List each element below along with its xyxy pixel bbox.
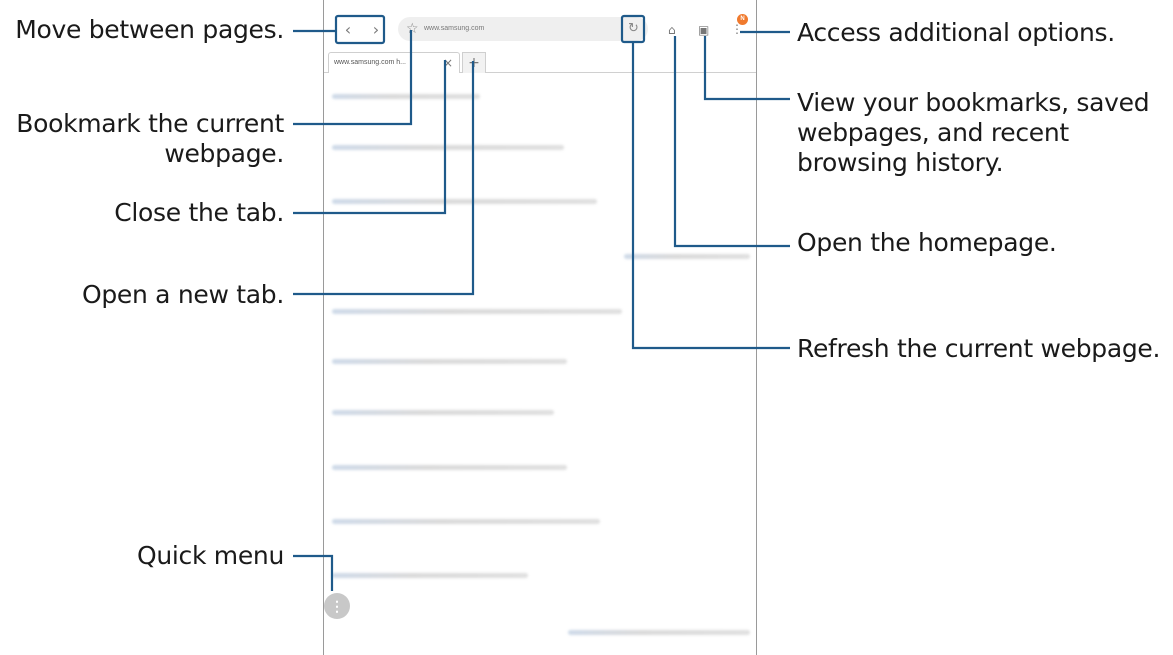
content-line	[332, 145, 564, 150]
notification-badge: N	[737, 14, 748, 25]
callout-close-tab: Close the tab.	[114, 198, 284, 227]
browser-toolbar: ‹ › ☆ www.samsung.com ↻ ⌂ ▣ ⋮ N	[324, 10, 756, 46]
tab-bar: www.samsung.com h... × +	[324, 50, 756, 73]
refresh-icon[interactable]: ↻	[628, 21, 639, 37]
callout-quick-menu: Quick menu	[136, 541, 284, 570]
callout-additional-options: Access additional options.	[797, 18, 1115, 47]
browser-screen: ‹ › ☆ www.samsung.com ↻ ⌂ ▣ ⋮ N www.sams…	[323, 0, 757, 655]
callout-refresh: Refresh the current webpage.	[797, 334, 1161, 363]
callout-open-new-tab: Open a new tab.	[81, 280, 284, 309]
content-line	[332, 359, 567, 364]
home-icon[interactable]: ⌂	[668, 22, 676, 38]
content-line	[332, 573, 528, 578]
callout-bookmarks-line3: browsing history.	[797, 148, 1004, 177]
callout-bookmark-page: Bookmark the current webpage.	[16, 109, 284, 169]
more-options-icon[interactable]: ⋮	[731, 21, 743, 37]
callout-move-between-pages: Move between pages.	[15, 15, 284, 44]
browser-tab[interactable]: www.samsung.com h... ×	[328, 52, 460, 73]
content-line	[568, 630, 750, 635]
callout-bookmarks-line1: View your bookmarks, saved	[797, 88, 1150, 117]
callout-bookmark-line1: Bookmark the current	[16, 109, 284, 138]
bookmark-star-icon[interactable]: ☆	[406, 19, 419, 39]
content-line	[332, 465, 567, 470]
callout-bookmarks-line2: webpages, and recent	[797, 118, 1069, 147]
callout-view-bookmarks: View your bookmarks, saved webpages, and…	[797, 88, 1150, 178]
quick-menu-icon[interactable]: ⋮	[324, 593, 350, 619]
address-bar-url: www.samsung.com	[424, 25, 485, 32]
close-tab-icon[interactable]: ×	[443, 55, 453, 71]
content-line	[332, 410, 554, 415]
address-bar[interactable]: ☆ www.samsung.com	[398, 17, 648, 41]
content-line	[332, 199, 597, 204]
new-tab-button[interactable]: +	[462, 52, 486, 73]
bookmarks-icon[interactable]: ▣	[698, 22, 709, 38]
callout-open-homepage: Open the homepage.	[797, 228, 1057, 257]
forward-icon[interactable]: ›	[366, 20, 386, 40]
content-line	[332, 519, 600, 524]
content-line	[332, 94, 480, 99]
callout-bookmark-line2: webpage.	[164, 139, 284, 168]
tab-title: www.samsung.com h...	[334, 59, 406, 66]
content-line	[332, 309, 622, 314]
content-line	[624, 254, 750, 259]
back-icon[interactable]: ‹	[338, 20, 358, 40]
